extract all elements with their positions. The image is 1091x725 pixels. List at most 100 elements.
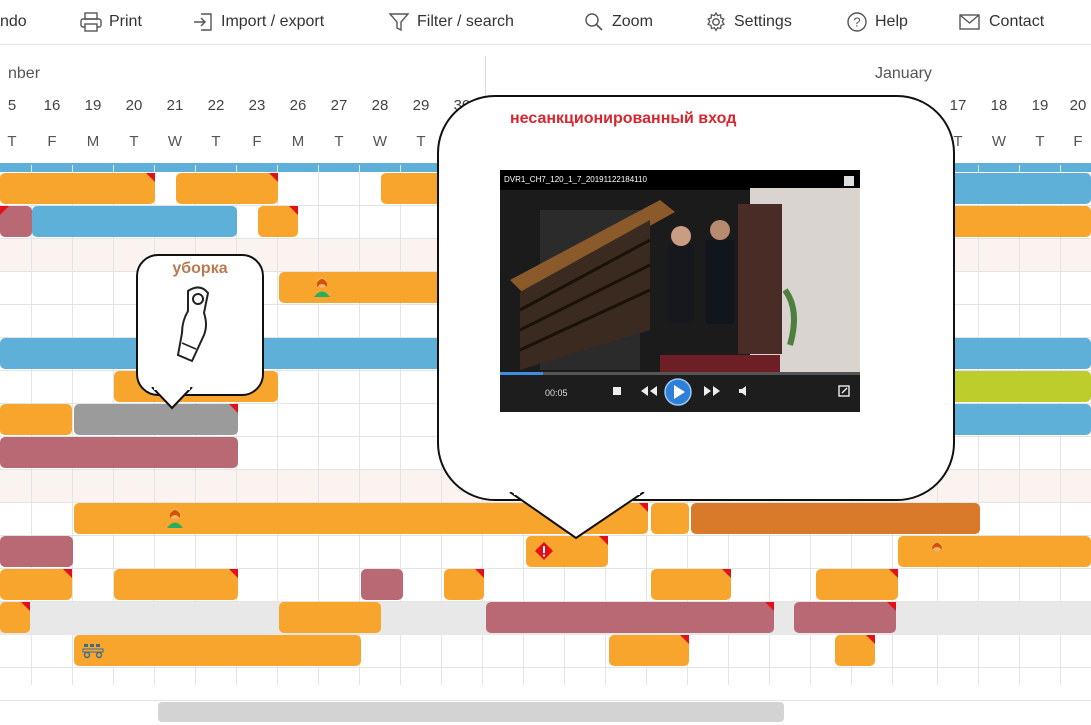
video-player[interactable]: DVR1_CH7_120_1_7_20191122184110 00:05: [500, 170, 860, 412]
filter-icon: [388, 13, 410, 32]
video-progress-fill: [500, 372, 544, 375]
booking-bar[interactable]: [32, 206, 237, 237]
import-export-button[interactable]: Import / export: [192, 10, 324, 34]
import-export-label: Import / export: [221, 13, 325, 30]
settings-label: Settings: [734, 13, 792, 30]
weekday-label: W: [991, 133, 1007, 150]
play-icon[interactable]: [663, 377, 693, 407]
zoom-label: Zoom: [612, 13, 653, 30]
booking-bar[interactable]: [898, 536, 1091, 567]
booking-bar[interactable]: [279, 272, 441, 303]
booking-bar[interactable]: [361, 569, 403, 600]
booking-bar[interactable]: [940, 173, 1091, 204]
grid-line: [0, 700, 1091, 701]
booking-bar[interactable]: [609, 635, 689, 666]
booking-bar[interactable]: [691, 503, 980, 534]
day-number: 27: [330, 97, 348, 114]
guest-avatar-icon: [930, 541, 944, 562]
booking-bar[interactable]: [940, 404, 1091, 435]
booking-bar[interactable]: [651, 503, 689, 534]
print-button[interactable]: Print: [80, 10, 142, 34]
weekday-label: T: [416, 133, 426, 150]
svg-text:?: ?: [853, 15, 860, 30]
day-number: 19: [84, 97, 102, 114]
day-number: 29: [412, 97, 430, 114]
print-label: Print: [109, 13, 142, 30]
contact-button[interactable]: Contact: [958, 10, 1044, 34]
undo-label: ndo: [0, 13, 27, 30]
undo-button[interactable]: ndo: [0, 10, 27, 34]
weekday-label: T: [7, 133, 17, 150]
fullscreen-icon[interactable]: [838, 385, 850, 397]
zoom-button[interactable]: Zoom: [583, 10, 653, 34]
toolbar: ndo Print Import / export Filter / searc…: [0, 0, 1091, 45]
day-number: 26: [289, 97, 307, 114]
alert-label: несанкционированный вход: [510, 110, 737, 127]
booking-bar[interactable]: [0, 602, 30, 633]
day-number: 16: [43, 97, 61, 114]
day-number: 20: [125, 97, 143, 114]
day-number: 23: [248, 97, 266, 114]
gear-icon: [706, 11, 726, 32]
booking-bar[interactable]: [444, 569, 484, 600]
weekday-label: M: [86, 133, 100, 150]
mail-icon: [959, 14, 980, 30]
horizontal-scrollbar-thumb[interactable]: [158, 702, 784, 722]
contact-label: Contact: [989, 13, 1045, 30]
video-filename: DVR1_CH7_120_1_7_20191122184110: [504, 175, 647, 184]
callout-pointer: [151, 387, 193, 410]
fast-forward-icon[interactable]: [703, 384, 721, 398]
help-button[interactable]: ? Help: [846, 10, 908, 34]
booking-bar[interactable]: [651, 569, 731, 600]
video-progress-track[interactable]: [500, 372, 860, 375]
day-number: 28: [371, 97, 389, 114]
help-icon: ?: [847, 12, 867, 32]
month-label-right: January: [875, 65, 932, 82]
weekday-label: F: [47, 133, 57, 150]
cleaning-label: уборка: [172, 260, 228, 277]
import-icon: [194, 13, 212, 31]
booking-bar[interactable]: [0, 206, 32, 237]
booking-bar[interactable]: [940, 371, 1091, 402]
settings-button[interactable]: Settings: [705, 10, 792, 34]
booking-bar[interactable]: [0, 536, 73, 567]
booking-bar[interactable]: [0, 437, 238, 468]
booking-bar[interactable]: [0, 173, 155, 204]
booking-bar[interactable]: [794, 602, 896, 633]
booking-bar[interactable]: [176, 173, 278, 204]
guest-avatar-icon: [166, 508, 184, 533]
booking-bar[interactable]: [74, 635, 361, 666]
filter-search-button[interactable]: Filter / search: [388, 10, 514, 34]
booking-bar[interactable]: [0, 569, 72, 600]
booking-bar[interactable]: [940, 338, 1091, 369]
video-time: 00:05: [545, 388, 568, 398]
weekday-label: W: [167, 133, 183, 150]
booking-bar[interactable]: [835, 635, 875, 666]
weekday-label: F: [1073, 133, 1083, 150]
booking-bar[interactable]: [816, 569, 898, 600]
weekday-label: W: [372, 133, 388, 150]
weekday-label: T: [129, 133, 139, 150]
booking-bar[interactable]: [940, 206, 1091, 237]
grid-line: [0, 667, 1091, 668]
booking-bar[interactable]: [381, 173, 441, 204]
day-number: 5: [7, 97, 17, 114]
booking-bar[interactable]: [279, 602, 381, 633]
day-number: 17: [949, 97, 967, 114]
weekday-label: T: [334, 133, 344, 150]
weekday-label: F: [252, 133, 262, 150]
zoom-icon: [585, 13, 603, 31]
door-hanger-icon: [176, 286, 210, 363]
stop-icon[interactable]: [610, 384, 624, 398]
booking-bar[interactable]: [486, 602, 774, 633]
callout-pointer: [509, 492, 645, 540]
booking-bar[interactable]: [114, 569, 238, 600]
weekday-label: M: [291, 133, 305, 150]
booking-bar[interactable]: [0, 404, 72, 435]
print-icon: [80, 12, 102, 32]
volume-icon[interactable]: [738, 384, 752, 398]
filter-search-label: Filter / search: [417, 13, 514, 30]
day-number: 21: [166, 97, 184, 114]
booking-bar[interactable]: [258, 206, 298, 237]
rewind-icon[interactable]: [640, 384, 658, 398]
